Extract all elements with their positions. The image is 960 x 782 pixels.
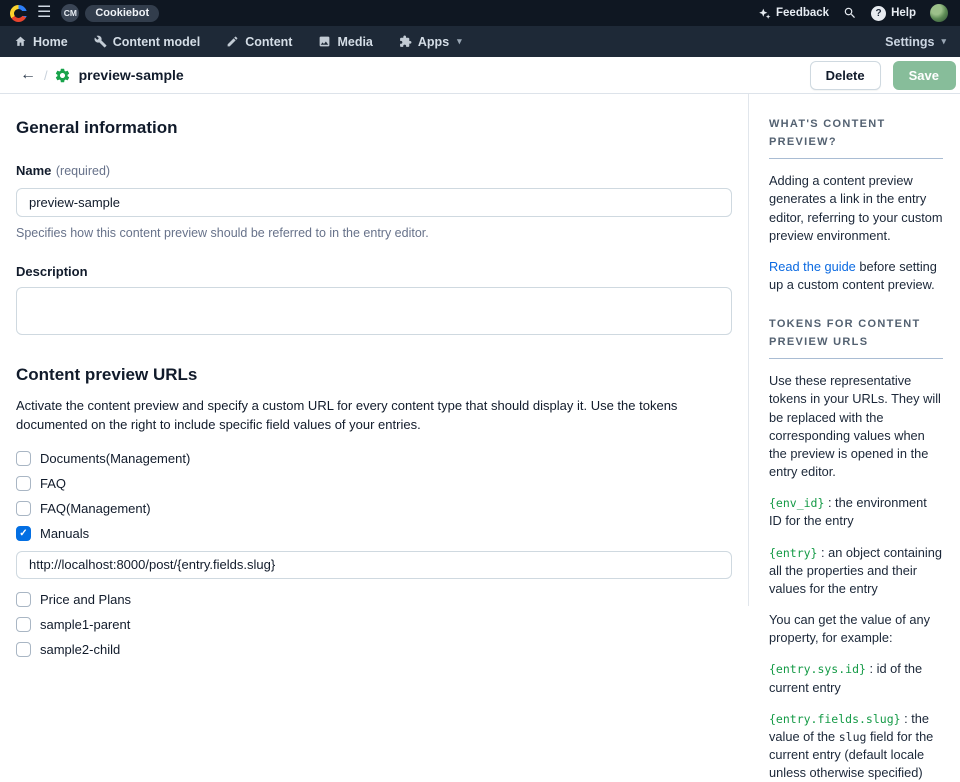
pencil-icon (227, 36, 238, 47)
wrench-icon (94, 35, 107, 48)
read-the-guide-link[interactable]: Read the guide (769, 259, 856, 274)
whats-content-preview-section: WHAT'S CONTENT PREVIEW? Adding a content… (769, 116, 943, 294)
general-information-heading: General information (16, 118, 178, 137)
search-icon (844, 7, 856, 18)
hamburger-menu-icon[interactable]: ☰ (37, 5, 51, 21)
user-avatar[interactable] (930, 4, 948, 22)
description-textarea[interactable] (16, 287, 732, 335)
preview-url-input[interactable] (16, 550, 732, 579)
checkbox-unchecked[interactable] (16, 592, 31, 608)
contentful-logo-icon[interactable] (10, 4, 28, 22)
name-required-hint: (required) (55, 164, 111, 178)
search-button[interactable] (843, 6, 857, 20)
name-help-text: Specifies how this content preview shoul… (16, 226, 429, 240)
delete-button[interactable]: Delete (809, 60, 881, 90)
breadcrumb-divider: / (44, 67, 48, 83)
image-icon (320, 36, 330, 47)
nav-item-media[interactable]: Media (318, 35, 373, 49)
content-type-row: ✓ Manuals (16, 526, 732, 542)
checkbox-checked[interactable]: ✓ (16, 526, 31, 542)
content-type-label[interactable]: sample2-child (40, 642, 120, 657)
tokens-intro-text: Use these representative tokens in your … (769, 373, 941, 480)
content-type-row: Documents(Management) (16, 451, 732, 467)
tokens-section: TOKENS FOR CONTENT PREVIEW URLS Use thes… (769, 316, 943, 782)
inline-code: slug (838, 729, 867, 744)
main-nav-items: Home Content model Content Media Apps ▾ (14, 35, 462, 49)
content-type-row: FAQ(Management) (16, 501, 732, 517)
home-icon (15, 36, 26, 46)
tokens-heading: TOKENS FOR CONTENT PREVIEW URLS (769, 316, 943, 360)
help-sidebar: WHAT'S CONTENT PREVIEW? Adding a content… (748, 94, 960, 780)
token-list-1: {env_id} : the environment ID for the en… (769, 494, 943, 598)
chevron-down-icon: ▾ (457, 36, 462, 46)
page-header: ← / preview-sample Delete Save (0, 57, 960, 94)
token-description: {entry.sys.id} : id of the current entry (769, 661, 923, 695)
nav-item-settings[interactable]: Settings ▾ (885, 35, 946, 49)
space-name-pill[interactable]: Cookiebot (85, 4, 160, 22)
content-type-label[interactable]: sample1-parent (40, 617, 130, 632)
content-preview-urls-description: Activate the content preview and specify… (16, 398, 678, 432)
token-code: {entry.sys.id} (769, 662, 866, 677)
token-description: {entry} : an object containing all the p… (769, 544, 942, 596)
checkbox-unchecked[interactable] (16, 451, 31, 467)
checkbox-unchecked[interactable] (16, 617, 31, 633)
main-form-panel: General information Name (required) Spec… (0, 94, 748, 658)
content-type-list: Documents(Management) FAQ FAQ(Management) ✓… (16, 451, 732, 658)
whats-content-preview-text: Adding a content preview generates a lin… (769, 173, 943, 243)
main-nav-bar: Home Content model Content Media Apps ▾ Setti… (0, 26, 960, 57)
puzzle-icon (399, 35, 412, 47)
token-list-2: {entry.sys.id} : id of the current entry… (769, 660, 943, 782)
content-type-row: Price and Plans (16, 592, 732, 608)
content-type-row: sample2-child (16, 642, 732, 658)
content-type-row: FAQ (16, 476, 732, 492)
content-type-label[interactable]: FAQ (40, 476, 66, 491)
description-label: Description (16, 264, 88, 279)
token-code: {entry} (769, 545, 818, 560)
token-code: {env_id} (769, 496, 825, 511)
content-type-row: sample1-parent (16, 617, 732, 633)
content-type-label[interactable]: Documents(Management) (40, 451, 190, 466)
name-label: Name (16, 163, 52, 178)
back-button[interactable]: ← (14, 66, 42, 84)
content-preview-urls-heading: Content preview URLs (16, 365, 198, 384)
token-description: {env_id} : the environment ID for the en… (769, 495, 927, 529)
org-initials-badge[interactable]: CM (61, 4, 80, 22)
whats-content-preview-heading: WHAT'S CONTENT PREVIEW? (769, 116, 943, 160)
checkbox-unchecked[interactable] (16, 476, 31, 492)
name-input[interactable] (16, 188, 732, 217)
chevron-down-icon: ▾ (941, 36, 946, 46)
token-description: {entry.fields.slug} : the value of the s… (769, 710, 934, 781)
settings-gear-icon (54, 67, 71, 84)
checkbox-unchecked[interactable] (16, 501, 31, 517)
top-app-bar: ☰ CM Cookiebot Feedback ? Help (0, 0, 960, 26)
nav-item-content[interactable]: Content (226, 35, 292, 49)
read-guide-paragraph: Read the guide before setting up a custo… (769, 258, 937, 292)
checkbox-unchecked[interactable] (16, 642, 31, 658)
sparkles-icon (759, 8, 771, 19)
help-button[interactable]: ? Help (871, 5, 916, 21)
feedback-button[interactable]: Feedback (758, 7, 829, 20)
nav-item-home[interactable]: Home (14, 35, 68, 49)
nav-item-apps[interactable]: Apps ▾ (399, 35, 462, 49)
token-code: {entry.fields.slug} (769, 711, 901, 726)
tokens-middle-text: You can get the value of any property, f… (769, 612, 931, 646)
content-type-label[interactable]: Manuals (40, 526, 89, 541)
page-title: preview-sample (78, 67, 184, 83)
save-button[interactable]: Save (892, 60, 956, 90)
question-mark-icon: ? (871, 5, 887, 21)
content-type-label[interactable]: Price and Plans (40, 592, 131, 607)
nav-item-content-model[interactable]: Content model (94, 35, 200, 49)
content-type-label[interactable]: FAQ(Management) (40, 501, 151, 516)
